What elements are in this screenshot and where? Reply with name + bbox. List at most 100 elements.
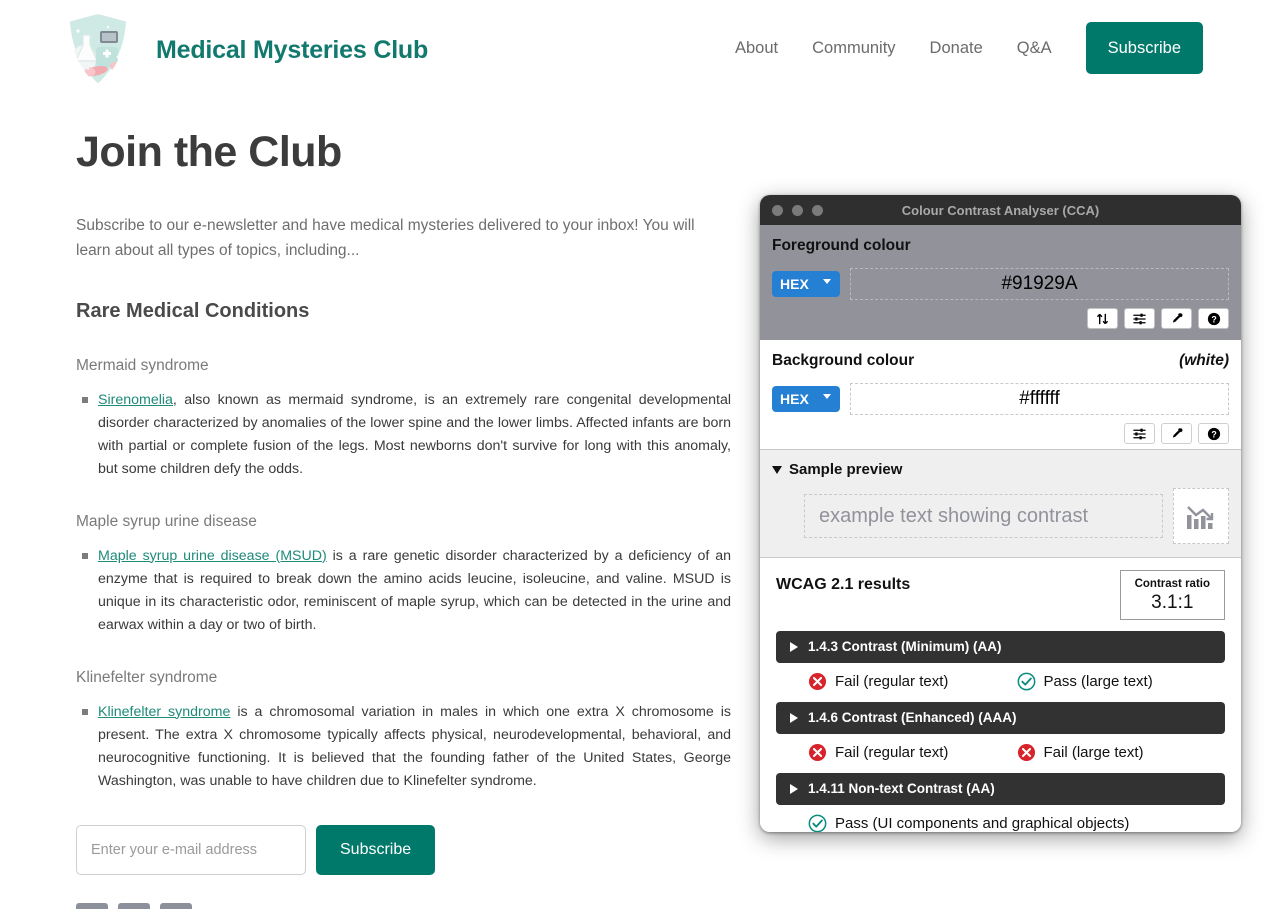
wcag-results-header: WCAG 2.1 results Contrast ratio 3.1:1 [776, 570, 1225, 620]
foreground-tools: ? [772, 308, 1229, 329]
foreground-panel: Foreground colour HEX #91929A ? [760, 225, 1241, 340]
condition-heading-msud: Maple syrup urine disease [76, 512, 257, 530]
criterion-143-title: 1.4.3 Contrast (Minimum) (AA) [808, 639, 1002, 655]
background-format-select-wrap: HEX [772, 386, 840, 412]
cca-titlebar[interactable]: Colour Contrast Analyser (CCA) [760, 195, 1241, 225]
criterion-1411-title: 1.4.11 Non-text Contrast (AA) [808, 781, 995, 797]
background-panel-head: Background colour (white) [772, 352, 1229, 370]
foreground-format-select[interactable]: HEX [772, 271, 840, 297]
result-1411-nontext: Pass (UI components and graphical object… [808, 814, 1129, 832]
list-item: Klinefelter syndrome is a chromosomal va… [82, 701, 731, 793]
subscribe-form: Subscribe [76, 824, 726, 875]
swap-colours-icon[interactable] [1087, 308, 1118, 329]
pass-icon [1017, 672, 1035, 691]
nav-subscribe-button[interactable]: Subscribe [1085, 22, 1203, 74]
foreground-format-select-wrap: HEX [772, 271, 840, 297]
svg-text:?: ? [1211, 314, 1216, 324]
background-colour-row: HEX [772, 383, 1229, 415]
subscribe-submit-button[interactable]: Subscribe [316, 824, 436, 875]
triangle-right-icon [790, 641, 798, 652]
sliders-icon[interactable] [1124, 423, 1155, 444]
condition-link-msud[interactable]: Maple syrup urine disease (MSUD) [98, 548, 327, 564]
social-links [76, 902, 726, 909]
condition-body: Maple syrup urine disease (MSUD) is a ra… [98, 545, 731, 637]
result-label: Pass (large text) [1043, 672, 1153, 690]
criterion-146-header[interactable]: 1.4.6 Contrast (Enhanced) (AAA) [776, 701, 1225, 734]
twitch-icon[interactable] [118, 902, 150, 909]
condition-text: , also known as mermaid syndrome, is an … [98, 391, 731, 477]
wcag-results-panel: WCAG 2.1 results Contrast ratio 3.1:1 1.… [760, 558, 1241, 832]
sample-preview-panel: Sample preview example text showing cont… [760, 450, 1241, 558]
email-input[interactable] [76, 824, 306, 875]
list-item: Sirenomelia, also known as mermaid syndr… [82, 389, 731, 481]
condition-link-sirenomelia[interactable]: Sirenomelia [98, 392, 173, 408]
main-nav: About Community Donate Q&A Subscribe [718, 22, 1203, 74]
result-143-large: Pass (large text) [1017, 672, 1226, 691]
result-146-large: Fail (large text) [1017, 743, 1226, 762]
foreground-colour-row: HEX [772, 268, 1229, 300]
result-143-regular: Fail (regular text) [808, 672, 1017, 691]
medical-shield-logo-icon [62, 9, 134, 91]
sliders-icon[interactable] [1124, 308, 1155, 329]
triangle-right-icon [790, 712, 798, 723]
main-content: Join the Club Subscribe to our e-newslet… [76, 128, 731, 909]
criterion-146-title: 1.4.6 Contrast (Enhanced) (AAA) [808, 710, 1017, 726]
condition-list-msud: Maple syrup urine disease (MSUD) is a ra… [76, 545, 731, 637]
sample-text[interactable]: example text showing contrast [804, 494, 1163, 538]
result-label: Pass (UI components and graphical object… [835, 814, 1130, 832]
background-format-select[interactable]: HEX [772, 386, 840, 412]
result-label: Fail (regular text) [835, 672, 949, 690]
contrast-ratio-box: Contrast ratio 3.1:1 [1119, 570, 1225, 620]
fail-icon [808, 672, 827, 690]
bar-chart-down-icon [1187, 506, 1214, 529]
condition-heading-klinefelter: Klinefelter syndrome [76, 668, 218, 686]
background-tools: ? [772, 423, 1229, 444]
triangle-right-icon [790, 783, 798, 794]
cca-window-title: Colour Contrast Analyser (CCA) [901, 202, 1100, 218]
site-header: Medical Mysteries Club About Community D… [0, 0, 1275, 100]
sample-preview-row: example text showing contrast [772, 488, 1229, 544]
section-title: Rare Medical Conditions [76, 299, 310, 322]
intro-paragraph: Subscribe to our e-newsletter and have m… [76, 217, 695, 260]
contrast-ratio-value: 3.1:1 [1151, 592, 1194, 613]
list-item: Maple syrup urine disease (MSUD) is a ra… [82, 545, 731, 637]
nav-link-donate[interactable]: Donate [913, 22, 1000, 74]
foreground-label: Foreground colour [772, 237, 911, 254]
contrast-ratio-label: Contrast ratio [1134, 578, 1210, 590]
condition-body: Klinefelter syndrome is a chromosomal va… [98, 701, 731, 793]
foreground-hex-input[interactable] [850, 268, 1229, 300]
background-hex-input[interactable] [850, 383, 1229, 415]
criterion-143-header[interactable]: 1.4.3 Contrast (Minimum) (AA) [776, 630, 1225, 663]
result-label: Fail (large text) [1043, 743, 1144, 761]
sample-chart-box [1173, 488, 1229, 544]
eyedropper-icon[interactable] [1161, 423, 1192, 444]
cca-window: Colour Contrast Analyser (CCA) Foregroun… [760, 195, 1241, 832]
condition-heading-mermaid: Mermaid syndrome [76, 356, 209, 374]
criterion-1411-results: Pass (UI components and graphical object… [776, 814, 1225, 832]
help-icon[interactable]: ? [1198, 423, 1229, 444]
condition-list-klinefelter: Klinefelter syndrome is a chromosomal va… [76, 701, 731, 793]
criterion-146-results: Fail (regular text) Fail (large text) [776, 743, 1225, 762]
brand[interactable]: Medical Mysteries Club [62, 9, 428, 91]
nav-link-community[interactable]: Community [795, 22, 912, 74]
brand-title: Medical Mysteries Club [156, 35, 429, 64]
background-note: (white) [1179, 352, 1229, 369]
twitter-icon[interactable] [76, 902, 108, 909]
svg-text:?: ? [1211, 429, 1216, 439]
background-panel: Background colour (white) HEX #ffffff ? [760, 340, 1241, 450]
page-title: Join the Club [76, 128, 342, 176]
help-icon[interactable]: ? [1198, 308, 1229, 329]
criterion-1411-header[interactable]: 1.4.11 Non-text Contrast (AA) [776, 772, 1225, 805]
fail-icon [1017, 743, 1035, 761]
eyedropper-icon[interactable] [1161, 308, 1192, 329]
result-146-regular: Fail (regular text) [808, 743, 1017, 762]
condition-link-klinefelter[interactable]: Klinefelter syndrome [98, 704, 230, 720]
nav-link-qa[interactable]: Q&A [1000, 22, 1069, 74]
sample-preview-header[interactable]: Sample preview [772, 461, 1229, 478]
condition-list-mermaid: Sirenomelia, also known as mermaid syndr… [76, 389, 731, 481]
instagram-icon[interactable] [160, 902, 192, 909]
triangle-down-icon [772, 465, 782, 474]
sample-preview-label: Sample preview [789, 461, 903, 478]
nav-link-about[interactable]: About [718, 22, 795, 74]
condition-body: Sirenomelia, also known as mermaid syndr… [98, 389, 731, 481]
